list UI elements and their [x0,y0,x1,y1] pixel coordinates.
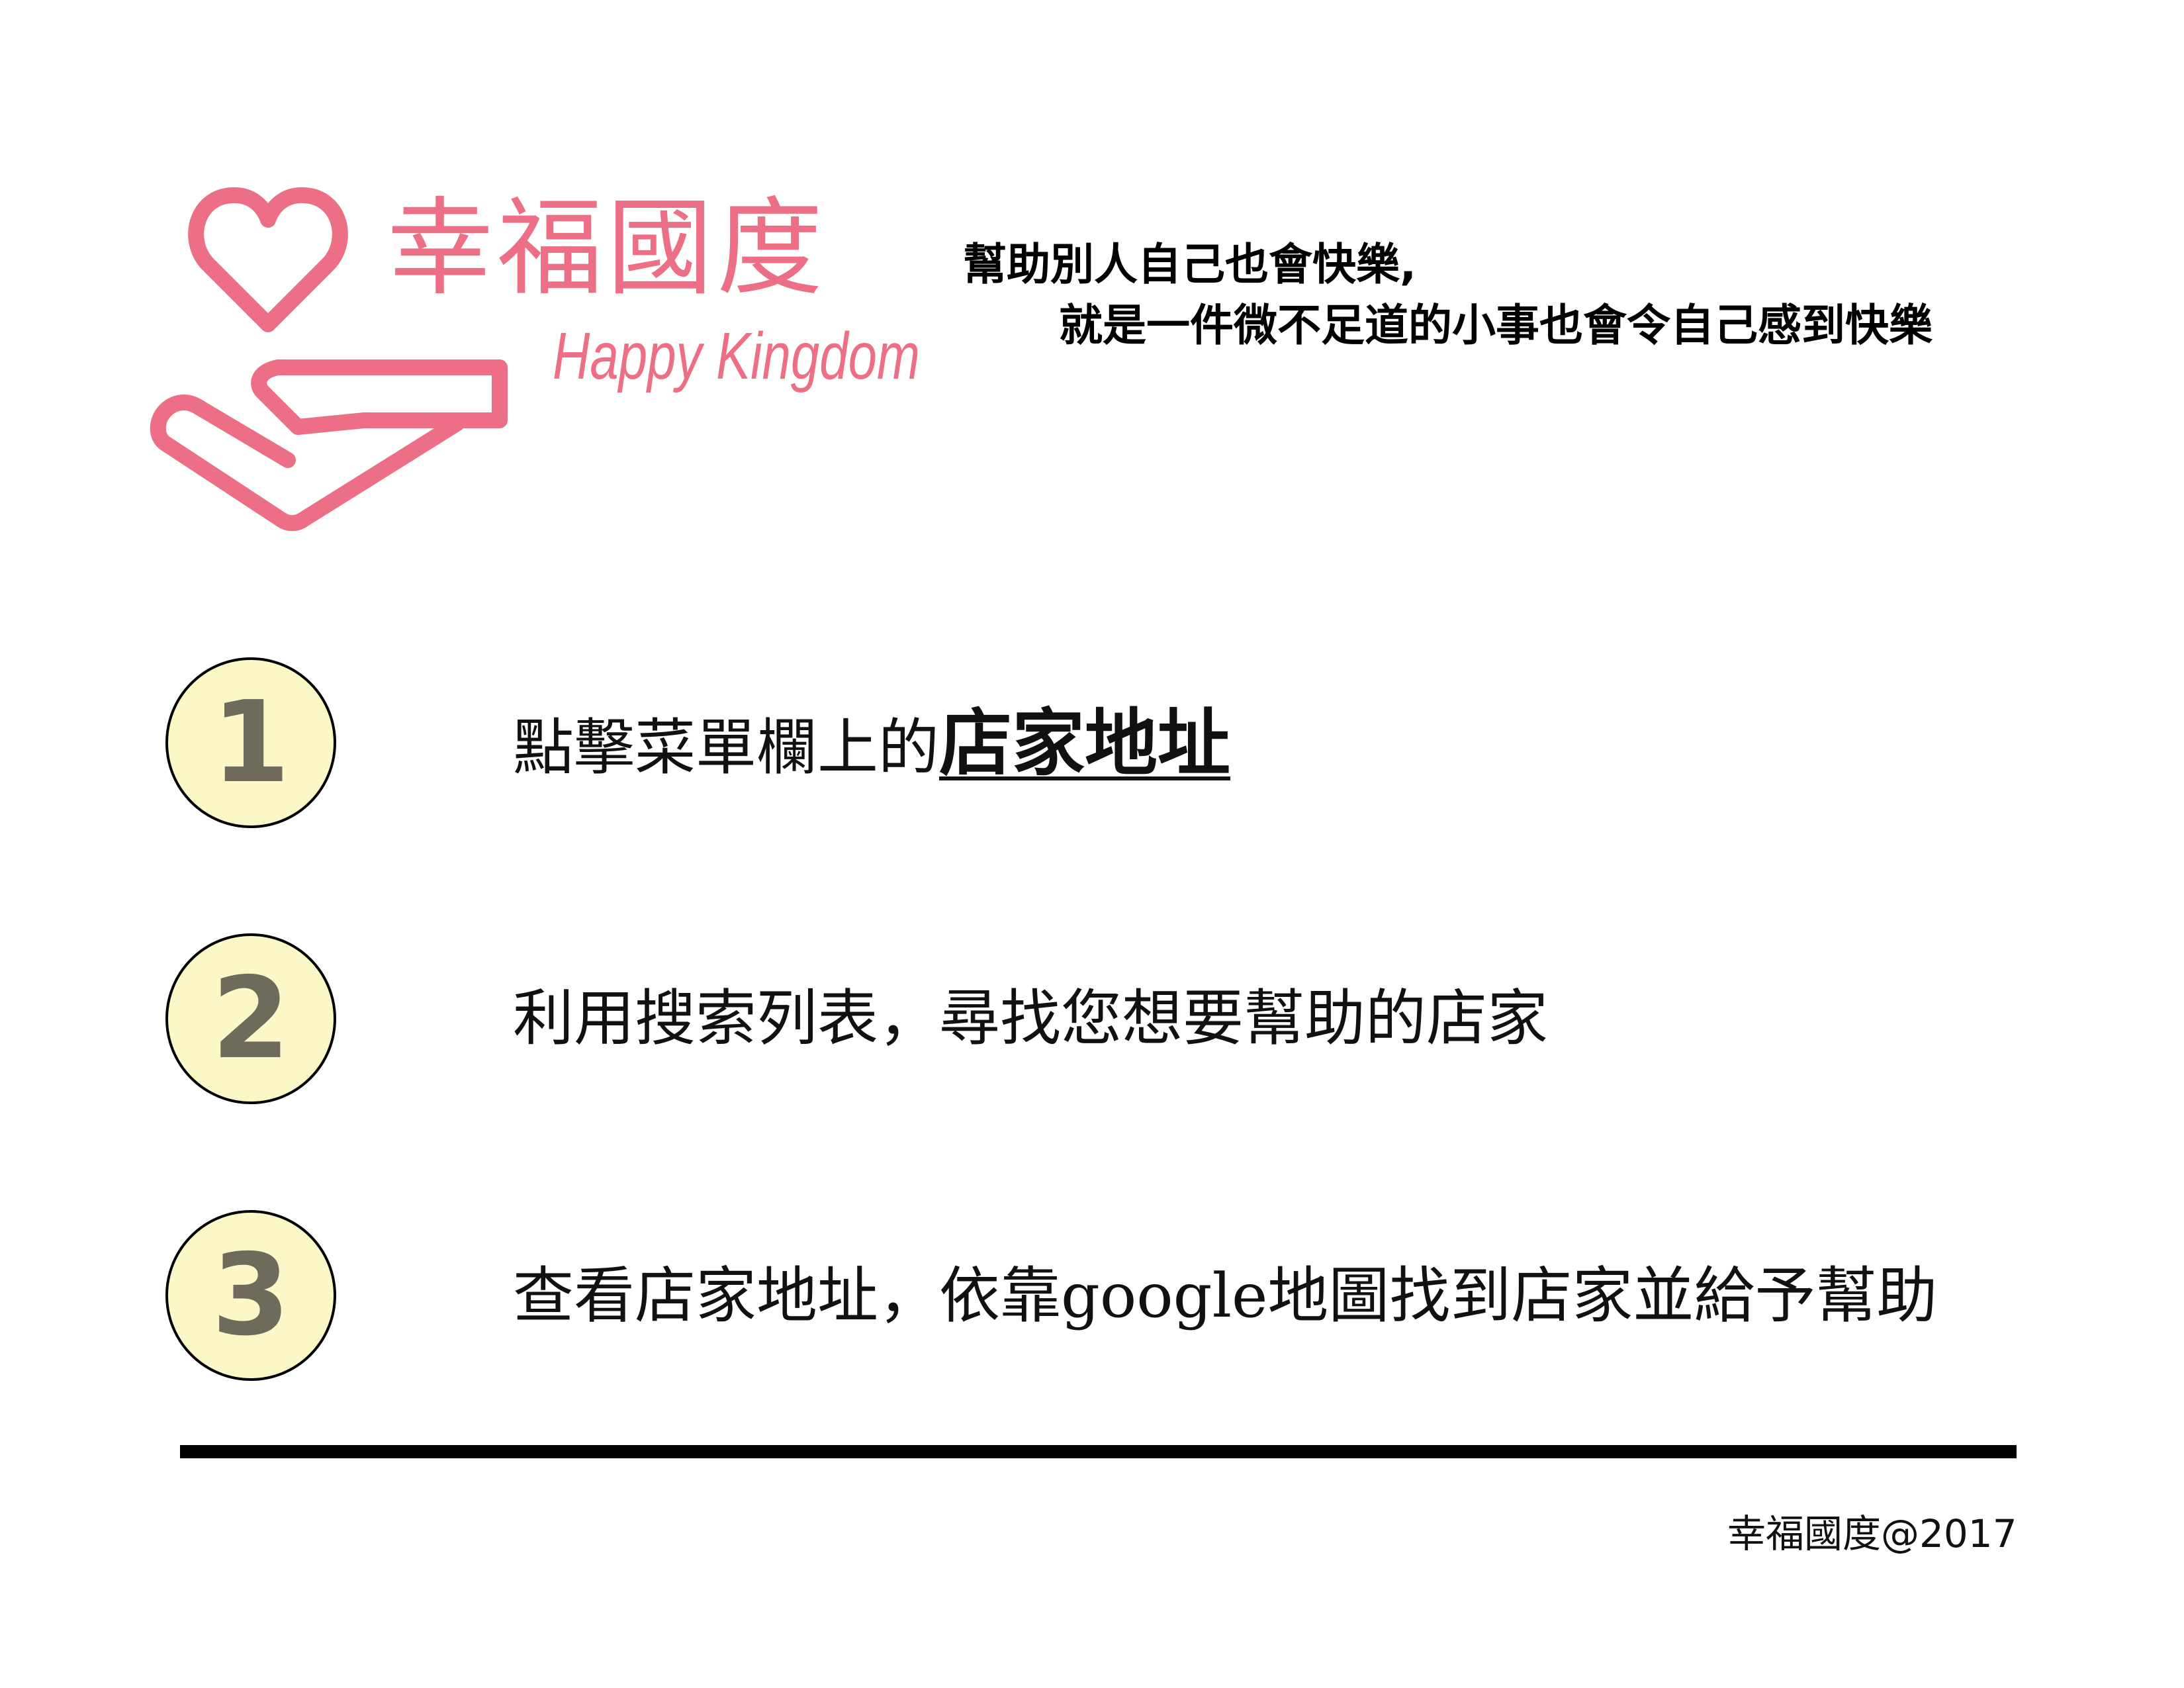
brand-name-zh: 幸福國度 [387,186,827,310]
brand-name-en: Happy Kingdom [553,319,920,393]
step-3-text: 查看店家地址，依靠google地圖找到店家並給予幫助 [513,1260,1938,1331]
step-2-circle: 2 [165,933,336,1104]
divider [180,1445,2017,1458]
step-3-circle: 3 [165,1210,336,1381]
step-1-circle: 1 [165,657,336,828]
step-2-text: 利用搜索列表，尋找您想要幫助的店家 [513,983,1549,1054]
step-1-number: 1 [211,677,291,808]
step-2-number: 2 [211,953,291,1084]
slogan-line-1: 幫助別人自己也會快樂, [963,239,1417,290]
slogan-line-2: 就是一件微不足道的小事也會令自己感到快樂 [1059,300,1933,351]
step-1-text: 點擊菜單欄上的店家地址 [513,707,1230,784]
step-3-number: 3 [211,1230,291,1361]
footer-copyright: 幸福國度@2017 [1727,1511,2017,1556]
store-address-link[interactable]: 店家地址 [939,701,1230,786]
step-1-label: 點擊菜單欄上的 [513,712,940,783]
